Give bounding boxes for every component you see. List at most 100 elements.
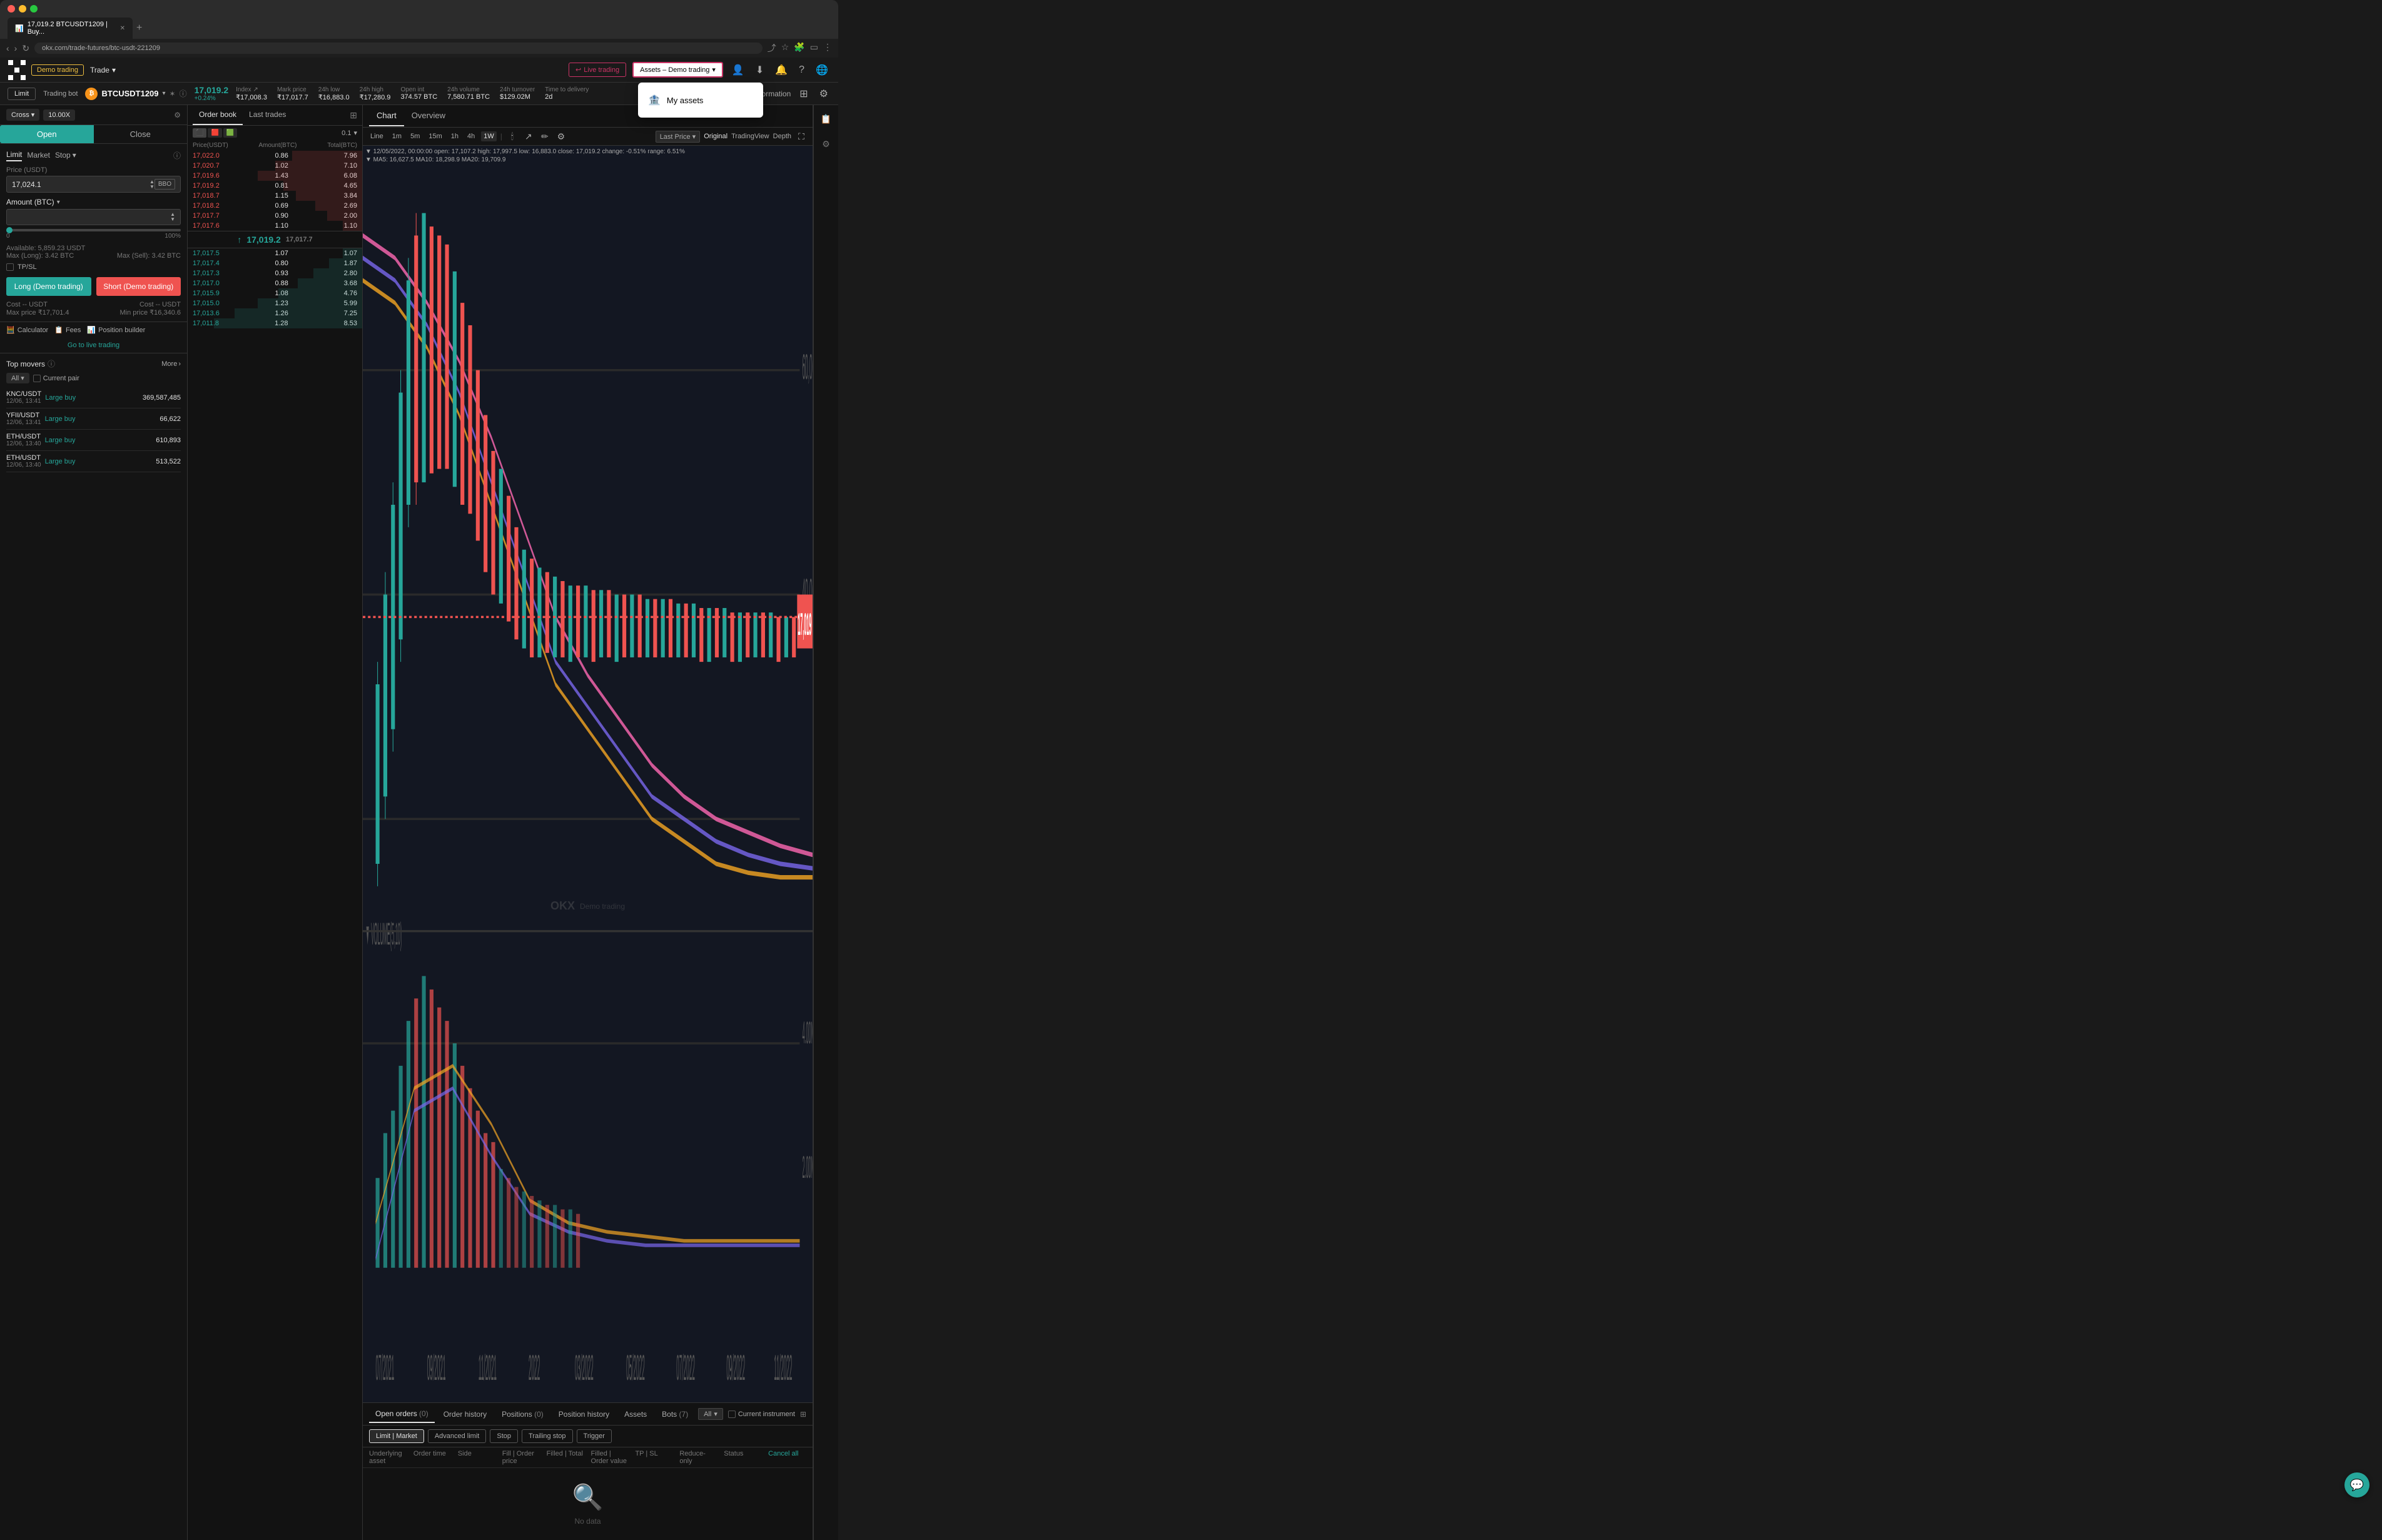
open-btn[interactable]: Open [0,125,94,143]
new-tab-btn[interactable]: + [136,23,142,34]
bid-row[interactable]: 17,015.9 1.08 4.76 [188,288,362,298]
cross-btn[interactable]: Cross ▾ [6,109,39,121]
trading-bot-btn[interactable]: Trading bot [43,90,78,98]
bid-row[interactable]: 17,015.0 1.23 5.99 [188,298,362,308]
amount-down-btn[interactable]: ▼ [170,217,175,222]
ask-row[interactable]: 17,018.2 0.69 2.69 [188,201,362,211]
share-icon[interactable]: ⤴ [768,42,776,54]
current-pair-checkbox[interactable] [33,375,41,382]
mover-item[interactable]: YFII/USDT 12/06, 13:41 Large buy 66,622 [6,408,181,430]
active-browser-tab[interactable]: 📊 17,019.2 BTCUSDT1209 | Buy... ✕ [8,18,133,39]
short-demo-btn[interactable]: Short (Demo trading) [96,277,181,296]
more-btn[interactable]: More › [161,360,181,368]
bid-row[interactable]: 17,017.0 0.88 3.68 [188,278,362,288]
bbo-btn[interactable]: BBO [155,179,175,190]
demo-trading-badge[interactable]: Demo trading [31,64,84,76]
movers-all-filter[interactable]: All ▾ [6,373,29,383]
ask-row[interactable]: 17,022.0 0.86 7.96 [188,151,362,161]
positions-tab[interactable]: Positions (0) [495,1406,550,1422]
calculator-btn[interactable]: 🧮 Calculator [6,326,48,334]
current-instrument-checkbox[interactable] [728,1411,736,1418]
amount-slider-track[interactable] [6,229,181,231]
bookmark-icon[interactable]: ☆ [781,42,789,54]
right-icon-2[interactable]: ⚙ [818,135,835,153]
layout-icon-btn[interactable]: ⊞ [797,88,810,100]
4h-btn[interactable]: 4h [465,131,477,141]
order-info-icon[interactable]: ⓘ [173,150,181,161]
open-orders-tab[interactable]: Open orders (0) [369,1406,435,1423]
manual-trading-btn[interactable]: Limit [8,88,36,100]
fees-btn[interactable]: 📋 Fees [54,326,81,334]
advanced-limit-filter[interactable]: Advanced limit [428,1429,487,1443]
5m-btn[interactable]: 5m [408,131,422,141]
back-btn[interactable]: ‹ [6,43,9,53]
limit-market-filter[interactable]: Limit | Market [369,1429,424,1443]
forward-btn[interactable]: › [14,43,18,53]
maximize-window-btn[interactable] [30,5,38,13]
amount-stepper[interactable]: ▲ ▼ [170,212,175,222]
bots-tab[interactable]: Bots (7) [656,1406,694,1422]
last-trades-tab[interactable]: Last trades [243,105,292,125]
chart-draw-icon[interactable]: ✏ [539,130,551,143]
15m-btn[interactable]: 15m [426,131,444,141]
reload-btn[interactable]: ↻ [22,43,29,54]
bid-row[interactable]: 17,017.3 0.93 2.80 [188,268,362,278]
assets-demo-trading-btn[interactable]: Assets – Demo trading ▾ [632,62,723,78]
chart-settings-icon[interactable]: ⚙ [555,130,567,143]
download-icon-btn[interactable]: ⬇ [753,64,766,76]
line-btn[interactable]: Line [368,131,386,141]
chart-tab[interactable]: Chart [369,106,404,126]
assets-tab[interactable]: Assets [618,1406,653,1422]
market-tab[interactable]: Market [27,149,50,161]
panel-expand-icon[interactable]: ⊞ [350,110,357,121]
trigger-filter[interactable]: Trigger [577,1429,612,1443]
long-demo-btn[interactable]: Long (Demo trading) [6,277,91,296]
go-live-btn[interactable]: Go to live trading [0,338,187,353]
trailing-stop-filter[interactable]: Trailing stop [522,1429,573,1443]
mover-item[interactable]: KNC/USDT 12/06, 13:41 Large buy 369,587,… [6,387,181,408]
close-btn[interactable]: Close [94,125,188,143]
position-history-tab[interactable]: Position history [552,1406,616,1422]
amount-slider-thumb[interactable] [6,227,13,233]
globe-icon-btn[interactable]: 🌐 [813,64,831,76]
1h-btn[interactable]: 1h [449,131,461,141]
mover-item[interactable]: ETH/USDT 12/06, 13:40 Large buy 610,893 [6,430,181,451]
bid-row[interactable]: 17,013.6 1.26 7.25 [188,308,362,318]
limit-tab[interactable]: Limit [6,149,22,161]
ask-row[interactable]: 17,020.7 1.02 7.10 [188,161,362,171]
ask-row[interactable]: 17,019.6 1.43 6.08 [188,171,362,181]
order-history-tab[interactable]: Order history [437,1406,493,1422]
user-icon-btn[interactable]: 👤 [729,64,747,76]
mover-item[interactable]: ETH/USDT 12/06, 13:40 Large buy 513,522 [6,451,181,472]
current-pair-check[interactable]: Current pair [33,375,79,382]
bottom-expand-icon[interactable]: ⊞ [800,1410,806,1419]
chart-candle-icon[interactable]: 🕯 [506,130,519,143]
book-size-both[interactable]: ⬛ [193,128,206,138]
trade-menu[interactable]: Trade ▾ [90,66,116,74]
chart-fullscreen-icon[interactable]: ⛶ [795,130,808,143]
address-bar[interactable]: okx.com/trade-futures/btc-usdt-221209 [34,43,763,54]
extensions-icon[interactable]: 🧩 [794,42,804,54]
help-icon-btn[interactable]: ? [796,64,807,76]
original-view-btn[interactable]: Original [704,133,727,140]
ask-row[interactable]: 17,017.7 0.90 2.00 [188,211,362,221]
minimize-window-btn[interactable] [19,5,26,13]
tab-close-btn[interactable]: ✕ [120,25,125,32]
chart-indicator-icon[interactable]: ↗ [522,130,535,143]
all-dropdown[interactable]: All ▾ [698,1408,723,1420]
position-builder-btn[interactable]: 📊 Position builder [87,326,145,334]
pair-selector[interactable]: ₿ BTCUSDT1209 ▾ ✶ ⓘ [85,88,186,100]
1m-btn[interactable]: 1m [390,131,404,141]
chat-btn[interactable]: 💬 [2344,1472,2369,1497]
menu-icon[interactable]: ⋮ [823,42,832,54]
current-instrument-check[interactable]: Current instrument [728,1411,795,1418]
tpsl-checkbox[interactable] [6,263,14,271]
price-down-btn[interactable]: ▼ [150,185,155,190]
book-size-ask[interactable]: 🟥 [208,128,221,138]
notifications-icon-btn[interactable]: 🔔 [773,64,790,76]
1w-btn[interactable]: 1W [481,131,497,141]
bid-row[interactable]: 17,017.5 1.07 1.07 [188,248,362,258]
order-settings-icon[interactable]: ⚙ [174,111,181,119]
stop-tab[interactable]: Stop ▾ [55,151,76,160]
ask-row[interactable]: 17,017.6 1.10 1.10 [188,221,362,231]
